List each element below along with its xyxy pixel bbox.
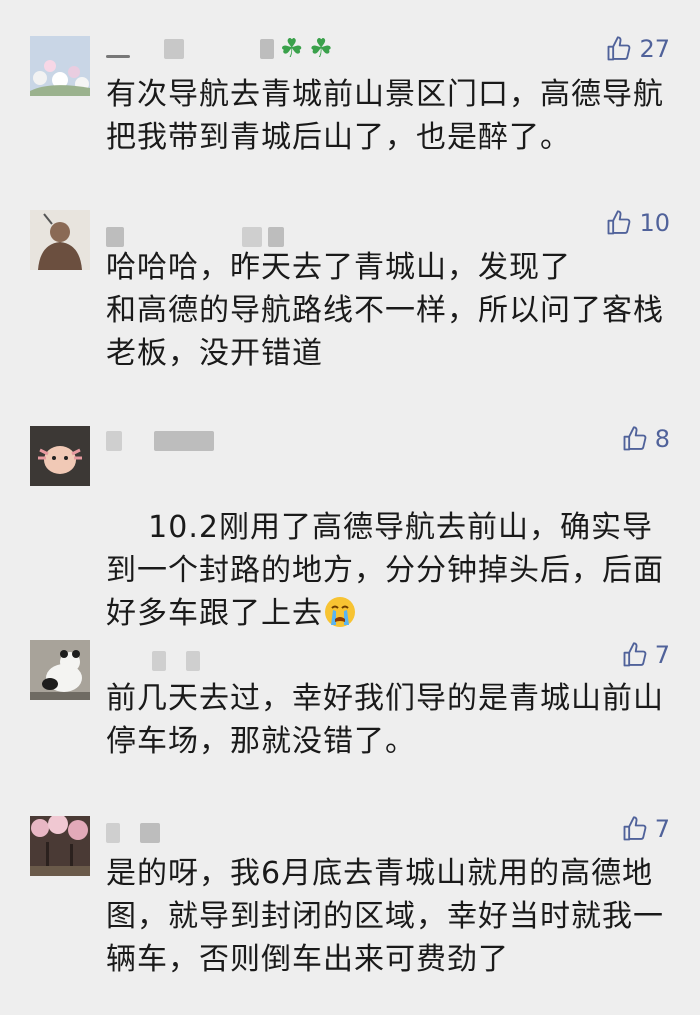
comment-text: 前几天去过，幸好我们导的是青城山前山停车场，那就没错了。 xyxy=(106,681,664,759)
thumbs-up-icon xyxy=(605,209,633,237)
like-count: 8 xyxy=(654,425,670,453)
avatar[interactable] xyxy=(30,210,90,270)
avatar[interactable] xyxy=(30,426,90,486)
clover-icon: ☘ xyxy=(309,34,333,64)
like-count: 10 xyxy=(639,209,670,237)
like-button[interactable]: 7 xyxy=(621,640,670,670)
avatar[interactable] xyxy=(30,640,90,700)
thumbs-up-icon xyxy=(621,641,649,669)
username-redacted[interactable]: ☘ ☘ xyxy=(106,36,333,62)
comment-text: 是的呀，我6月底去青城山就用的高德地图，就导到封闭的区域，幸好当时就我一辆车，否… xyxy=(106,856,664,977)
thumbs-up-icon xyxy=(621,815,649,843)
like-button[interactable]: 8 xyxy=(621,424,670,454)
avatar[interactable] xyxy=(30,816,90,876)
username-redacted[interactable] xyxy=(106,428,214,454)
username-redacted[interactable] xyxy=(106,648,200,674)
like-count: 7 xyxy=(654,815,670,843)
like-count: 7 xyxy=(654,641,670,669)
comment-body: 10.2刚用了高德导航去前山，确实导到一个封路的地方，分分钟掉头后，后面好多车跟… xyxy=(106,510,664,631)
like-button[interactable]: 27 xyxy=(605,34,670,64)
clover-icon: ☘ xyxy=(280,34,304,64)
comment-text: 哈哈哈，昨天去了青城山，发现了 和高德的导航路线不一样，所以问了客栈老板，没开错… xyxy=(106,250,664,371)
like-button[interactable]: 10 xyxy=(605,208,670,238)
username-redacted[interactable] xyxy=(106,820,160,846)
like-button[interactable]: 7 xyxy=(621,814,670,844)
thumbs-up-icon xyxy=(621,425,649,453)
thumbs-up-icon xyxy=(605,35,633,63)
avatar[interactable] xyxy=(30,36,90,96)
crying-face-icon xyxy=(323,595,357,629)
comment-text: 有次导航去青城前山景区门口，高德导航把我带到青城后山了，也是醉了。 xyxy=(106,77,664,155)
comment-text: 10.2刚用了高德导航去前山，确实导到一个封路的地方，分分钟掉头后，后面好多车跟… xyxy=(106,463,671,678)
like-count: 27 xyxy=(639,35,670,63)
